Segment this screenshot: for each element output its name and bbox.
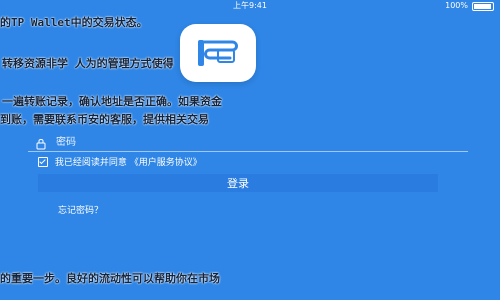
status-time: 上午9:41 <box>233 1 267 10</box>
user-agreement-link[interactable]: 《用户服务协议》 <box>130 158 202 168</box>
app-logo-icon <box>180 24 256 82</box>
overlay-text-line: 到账，需要联系币安的客服，提供相关交易 <box>0 113 209 126</box>
overlay-text-line: 的TP Wallet中的交易状态。 <box>0 16 148 29</box>
password-field[interactable] <box>28 133 468 151</box>
agreement-text: 我已经阅读并同意 <box>54 158 127 168</box>
checkbox-checked-icon[interactable] <box>38 157 48 167</box>
login-button[interactable]: 登录 <box>38 174 438 192</box>
battery-percentage: 100% <box>445 1 468 10</box>
overlay-text-line: 的重要一步。良好的流动性可以帮助你在市场 <box>0 272 220 285</box>
agreement-row: 我已经阅读并同意 《用户服务协议》 <box>38 156 202 170</box>
password-divider <box>28 151 468 152</box>
forgot-password-link[interactable]: 忘记密码？ <box>58 203 103 216</box>
overlay-text-line: 一遍转账记录，确认地址是否正确。如果资金 <box>2 95 222 108</box>
overlay-text-line: 转移资源非学 人为的管理方式使得 <box>2 57 174 70</box>
battery-icon <box>472 2 494 11</box>
password-input[interactable] <box>56 133 456 151</box>
status-bar: 上午9:41 100% <box>0 0 500 12</box>
